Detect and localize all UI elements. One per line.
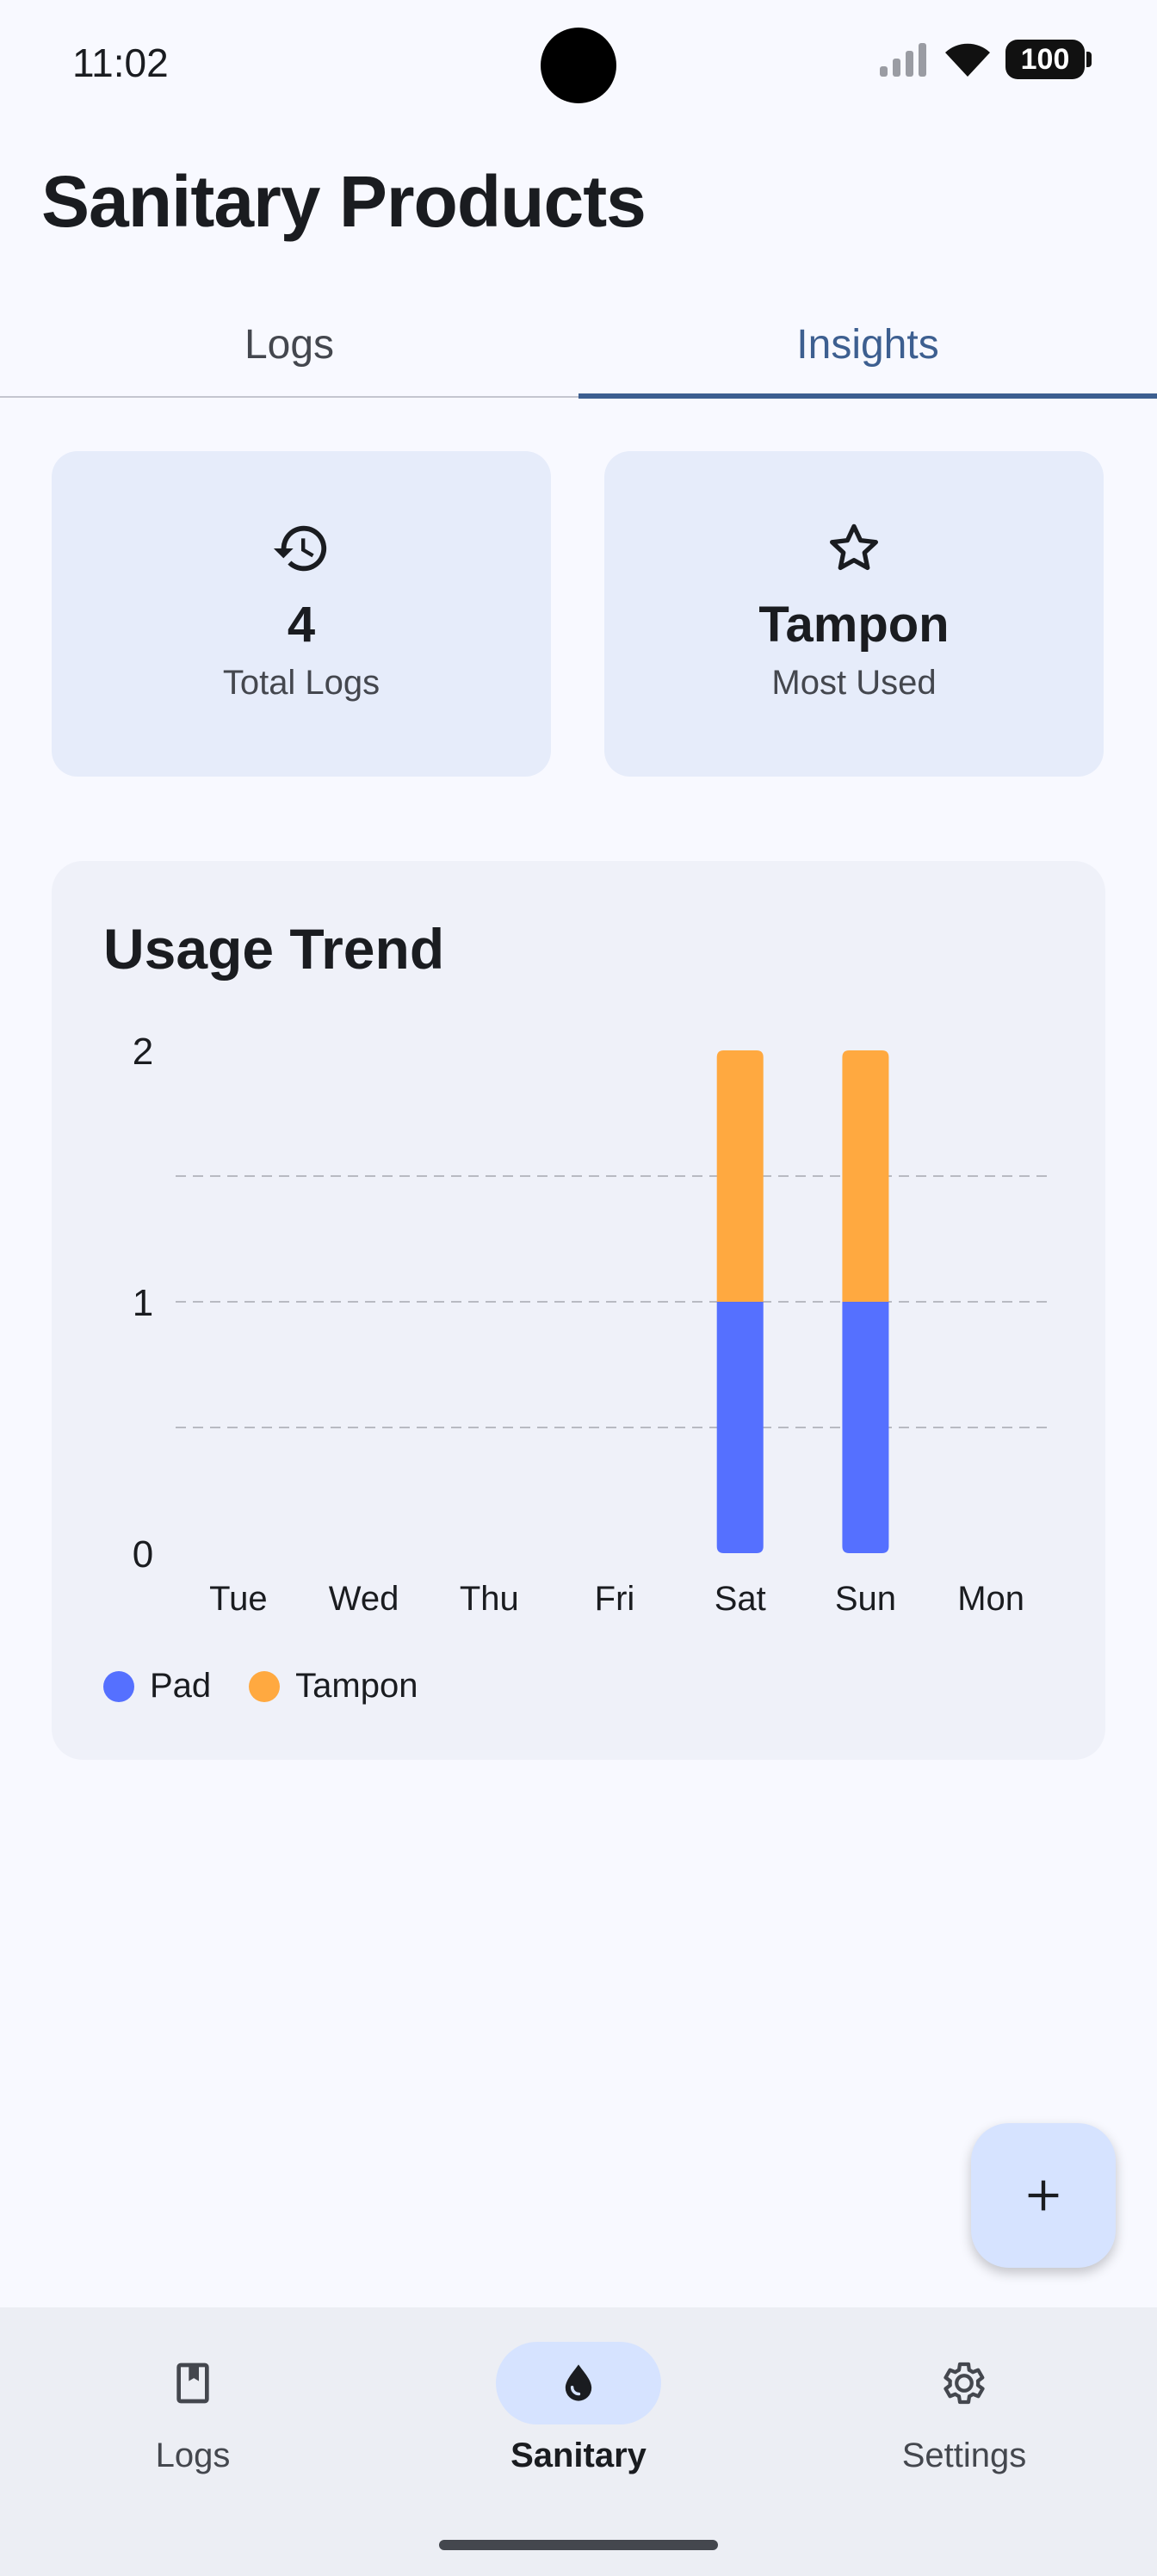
y-tick-label: 2 <box>133 1031 153 1073</box>
nav-pill-sanitary <box>496 2342 661 2424</box>
x-tick-label: Mon <box>957 1580 1024 1618</box>
bar-tampon-sun[interactable] <box>842 1050 889 1302</box>
x-tick-label: Fri <box>595 1580 635 1618</box>
bottom-navigation: Logs Sanitary Settings <box>0 2307 1157 2576</box>
book-icon <box>176 2362 209 2404</box>
most-used-value: Tampon <box>758 597 950 653</box>
nav-item-logs[interactable]: Logs <box>0 2307 386 2576</box>
legend-label: Pad <box>150 1667 212 1705</box>
legend-label: Tampon <box>295 1667 418 1705</box>
camera-cutout <box>541 28 616 103</box>
most-used-card: Tampon Most Used <box>604 451 1104 777</box>
battery-indicator: 100 <box>1005 40 1092 79</box>
usage-trend-card: Usage Trend 0 1 2 Tue Wed Thu Fri Sat Sun Mon Pad… <box>52 861 1105 1760</box>
nav-label-logs: Logs <box>155 2437 231 2474</box>
total-logs-value: 4 <box>287 597 316 653</box>
legend-item-tampon: Tampon <box>249 1667 418 1706</box>
nav-label-sanitary: Sanitary <box>510 2437 647 2474</box>
bar-tampon-sat[interactable] <box>716 1050 764 1302</box>
nav-pill-logs <box>110 2342 275 2424</box>
y-tick-label: 0 <box>133 1533 153 1576</box>
x-tick-label: Wed <box>329 1580 399 1618</box>
legend-item-pad: Pad <box>103 1667 211 1706</box>
x-tick-label: Sat <box>715 1580 766 1618</box>
y-tick-label: 1 <box>133 1282 153 1324</box>
x-tick-label: Sun <box>835 1580 896 1618</box>
nav-label-settings: Settings <box>901 2437 1027 2474</box>
history-icon <box>273 525 327 572</box>
most-used-label: Most Used <box>771 664 937 702</box>
total-logs-label: Total Logs <box>222 664 381 702</box>
tab-bar: Logs Insights <box>0 293 1157 399</box>
usage-trend-chart: 0 1 2 Tue Wed Thu Fri Sat Sun Mon <box>133 1031 1054 1618</box>
star-icon <box>830 523 878 571</box>
gear-icon <box>944 2362 985 2405</box>
bar-pad-sun[interactable] <box>842 1302 889 1553</box>
page-title: Sanitary Products <box>41 161 647 242</box>
add-log-button[interactable] <box>971 2123 1116 2268</box>
nav-item-sanitary[interactable]: Sanitary <box>386 2307 771 2576</box>
signal-icon <box>880 43 926 77</box>
nav-pill-settings <box>882 2342 1047 2424</box>
legend-swatch <box>249 1670 281 1702</box>
wifi-icon <box>945 43 990 77</box>
status-bar: 11:02 100 <box>0 0 1157 129</box>
tab-insights[interactable]: Insights <box>578 293 1157 399</box>
x-tick-label: Tue <box>209 1580 267 1618</box>
home-indicator[interactable] <box>439 2540 718 2550</box>
plus-icon <box>1028 2180 1059 2211</box>
nav-item-settings[interactable]: Settings <box>771 2307 1157 2576</box>
status-icons: 100 <box>878 40 1092 79</box>
drop-icon <box>565 2364 592 2401</box>
total-logs-card: 4 Total Logs <box>52 451 551 777</box>
tab-logs[interactable]: Logs <box>0 293 578 396</box>
x-tick-label: Thu <box>460 1580 519 1618</box>
screen: 11:02 100 Sanitary Products Logs Insight… <box>0 0 1157 2576</box>
legend-swatch <box>103 1670 134 1702</box>
bar-pad-sat[interactable] <box>716 1302 764 1553</box>
status-time: 11:02 <box>72 40 169 85</box>
chart-legend: Pad Tampon <box>103 1667 418 1706</box>
